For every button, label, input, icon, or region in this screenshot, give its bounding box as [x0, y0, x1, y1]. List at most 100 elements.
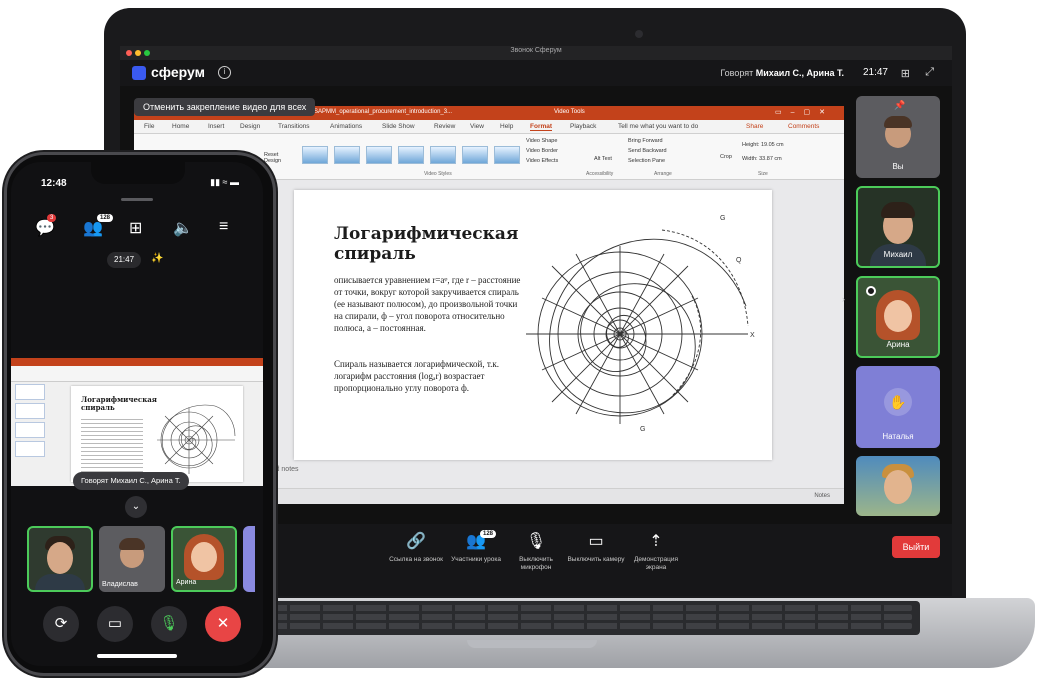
mute-mic-button[interactable]: 🎙 Выключить микрофон — [506, 532, 566, 572]
ppt-menu-item[interactable]: Insert — [208, 123, 224, 130]
svg-text:G: G — [640, 426, 645, 433]
tool-label: Выключить камеру — [567, 556, 625, 563]
width-field[interactable]: Width: 33.87 cm — [742, 156, 782, 162]
ppt-tell-me[interactable]: Tell me what you want to do — [618, 123, 698, 130]
sheet-handle[interactable] — [121, 198, 153, 201]
participant-name: Вы — [892, 162, 904, 171]
camera-button[interactable]: ▭ — [97, 606, 133, 642]
ppt-menu-item[interactable]: Transitions — [278, 123, 310, 130]
participant-name: Арина — [176, 579, 197, 586]
fullscreen-icon[interactable]: ⤢ — [925, 66, 934, 79]
raised-hand-icon: ✋ — [884, 388, 912, 416]
ppt-menu-item[interactable]: Home — [172, 123, 189, 130]
webcam-dot — [635, 30, 643, 38]
ppt-ribbon — [11, 366, 263, 382]
ppt-zoom-control[interactable]: Notes — [814, 493, 830, 499]
participant-shirt — [35, 574, 85, 590]
height-field[interactable]: Height: 19.05 cm — [742, 142, 784, 148]
ppt-menu-item[interactable]: Animations — [330, 123, 362, 130]
video-style-swatch[interactable] — [302, 146, 328, 164]
ppt-menu-item[interactable]: Slide Show — [382, 123, 415, 130]
participant-tile-self[interactable]: 📌 Вы — [856, 96, 940, 178]
participant-face — [884, 470, 912, 504]
menu-icon[interactable]: ≡ — [219, 218, 228, 236]
call-time: 21:47 — [862, 67, 888, 78]
phone-participant-tile[interactable]: Владислав — [99, 526, 165, 592]
ppt-slide: Логарифмическая спираль — [71, 386, 243, 482]
end-call-button[interactable]: ✕ — [205, 606, 241, 642]
chevron-down-icon[interactable]: ⌄ — [125, 496, 147, 518]
ppt-menu-item[interactable]: Playback — [570, 123, 596, 130]
ppt-menu-item[interactable]: File — [144, 123, 154, 130]
window-title: Звонок Сферум — [510, 47, 562, 54]
video-style-swatch[interactable] — [430, 146, 456, 164]
strip-chevron-icon[interactable]: › — [842, 294, 845, 304]
phone-participant-tile[interactable] — [27, 526, 93, 592]
slide-thumbnail — [15, 422, 45, 438]
app-name: сферум — [151, 64, 205, 80]
speaker-icon[interactable]: 🔈 — [173, 218, 193, 238]
phone-shared-screen: Логарифмическая спираль — [11, 358, 263, 486]
alt-text-button[interactable]: Alt Text — [594, 156, 612, 162]
ppt-menu-item[interactable]: View — [470, 123, 484, 130]
home-indicator[interactable] — [97, 654, 177, 658]
participants-button[interactable]: 👥 128 Участники урока — [446, 530, 506, 564]
participant-face — [191, 542, 217, 572]
grid-layout-icon[interactable]: ⊞ — [901, 67, 910, 80]
exit-call-button[interactable]: Выйти — [892, 536, 940, 558]
switch-camera-button[interactable]: ⟳ — [43, 606, 79, 642]
call-link-button[interactable]: 🔗 Ссылка на звонок — [386, 532, 446, 564]
ppt-window-controls[interactable]: ▭–▢✕ — [775, 108, 834, 116]
video-style-swatch[interactable] — [398, 146, 424, 164]
mic-button[interactable]: 🎙 — [151, 606, 187, 642]
ppt-comments[interactable]: Comments — [788, 123, 819, 130]
phone-notch — [91, 162, 185, 184]
camera-off-button[interactable]: ▭ Выключить камеру — [566, 532, 626, 564]
video-style-swatch[interactable] — [366, 146, 392, 164]
video-style-swatch[interactable] — [494, 146, 520, 164]
reset-design-button[interactable]: Reset Design — [264, 152, 290, 164]
speaking-indicator: Говорят Михаил С., Арина Т. — [73, 472, 189, 490]
participant-tile-hand[interactable]: ✋ Наталья — [856, 366, 940, 448]
phone-participant-tile-partial[interactable] — [243, 526, 255, 592]
send-backward-button[interactable]: Send Backward — [628, 148, 667, 154]
participant-tile[interactable]: Михаил — [856, 186, 940, 268]
phone-participant-tile[interactable]: Арина — [171, 526, 237, 592]
bring-forward-button[interactable]: Bring Forward — [628, 138, 663, 144]
effects-icon[interactable]: ✨ — [151, 253, 163, 264]
screen-share-button[interactable]: ⇡ Демонстрация экрана — [626, 532, 686, 572]
video-border-button[interactable]: Video Border — [526, 148, 558, 154]
crop-button[interactable]: Crop — [720, 154, 732, 160]
mic-icon: 🎙 — [525, 533, 547, 550]
svg-text:X: X — [750, 332, 755, 339]
info-icon[interactable]: i — [218, 66, 231, 79]
link-icon: 🔗 — [406, 533, 426, 550]
participant-tile[interactable]: Арина — [856, 276, 940, 358]
ppt-menu-item[interactable]: Design — [240, 123, 260, 130]
participant-face — [47, 542, 73, 574]
moon-status-icon — [866, 286, 876, 296]
camera-icon: ▭ — [588, 533, 604, 550]
app-header: сферум i Говорят Михаил С., Арина Т. 21:… — [120, 60, 952, 86]
participant-name: Владислав — [102, 581, 138, 588]
video-style-swatch[interactable] — [334, 146, 360, 164]
ribbon-group-label: Video Styles — [424, 171, 452, 177]
slide-body-lines — [81, 416, 143, 472]
video-style-swatch[interactable] — [462, 146, 488, 164]
participants-icon: 👥 — [466, 533, 486, 550]
ppt-menu-item[interactable]: Review — [434, 123, 455, 130]
tool-label: Участники урока — [451, 556, 501, 563]
participant-tile[interactable] — [856, 456, 940, 516]
ppt-menu-item-format[interactable]: Format — [530, 123, 553, 131]
participants-badge: 128 — [97, 214, 114, 222]
participant-name: Михаил — [883, 250, 913, 259]
selection-pane-button[interactable]: Selection Pane — [628, 158, 665, 164]
ppt-menu-item[interactable]: Help — [500, 123, 513, 130]
video-shape-button[interactable]: Video Shape — [526, 138, 557, 144]
pin-icon[interactable]: 📌 — [894, 100, 905, 111]
ppt-share[interactable]: Share — [746, 123, 763, 130]
grid-layout-icon[interactable]: ⊞ — [129, 218, 142, 238]
svg-text:Q: Q — [736, 257, 742, 264]
log-spiral-diagram — [157, 404, 236, 474]
video-effects-button[interactable]: Video Effects — [526, 158, 558, 164]
